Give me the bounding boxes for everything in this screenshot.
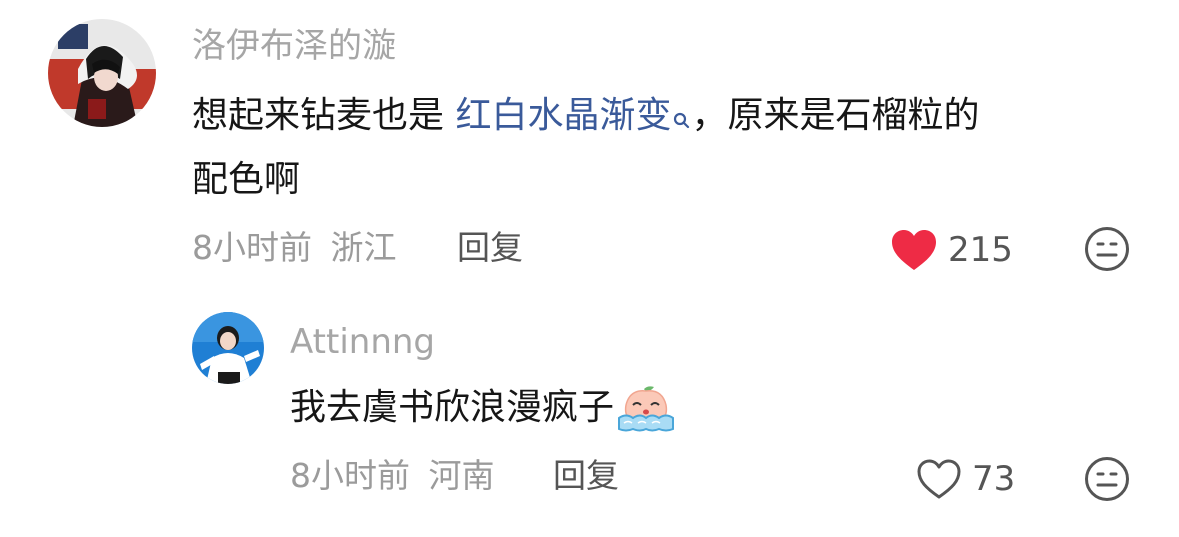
- heart-icon[interactable]: [916, 458, 962, 500]
- comment-text-part: 我去虞书欣浪漫疯子: [290, 387, 615, 428]
- username[interactable]: 洛伊布泽的漩: [192, 26, 396, 66]
- search-link[interactable]: 红白水晶渐变: [455, 95, 691, 136]
- search-link-text[interactable]: 红白水晶渐变: [455, 95, 671, 136]
- meh-face-icon[interactable]: [1084, 456, 1130, 502]
- username[interactable]: Attinnng: [290, 322, 435, 362]
- like-count: 215: [948, 230, 1013, 270]
- search-icon[interactable]: [673, 93, 691, 151]
- comment-text-line: 配色啊: [192, 159, 301, 200]
- comment-text: 想起来钻麦也是 红白水晶渐变 ，原来是石榴粒的 配色啊: [192, 87, 1152, 209]
- user-avatar[interactable]: [48, 19, 156, 127]
- comment-text: 我去虞书欣浪漫疯子: [290, 379, 676, 451]
- dislike-button[interactable]: [1084, 456, 1130, 502]
- comment-location: 浙江: [330, 228, 397, 267]
- reply-button[interactable]: 回复: [553, 456, 619, 496]
- reply-button[interactable]: 回复: [457, 228, 523, 268]
- comment-text-part: ，原来是石榴粒的: [691, 95, 980, 136]
- comment-item: 洛伊布泽的漩 想起来钻麦也是 红白水晶渐变 ，原来是石榴粒的 配色啊 8小时前 浙…: [0, 0, 1179, 290]
- comment-meta: 8小时前 河南: [290, 456, 495, 496]
- comment-meta: 8小时前 浙江: [192, 228, 397, 268]
- dislike-button[interactable]: [1084, 226, 1130, 272]
- like-button[interactable]: [916, 458, 962, 500]
- comment-location: 河南: [428, 456, 495, 495]
- heart-icon[interactable]: [890, 228, 938, 272]
- crying-peach-emoji: [616, 385, 676, 451]
- like-button[interactable]: [890, 228, 938, 272]
- reply-comment-item: Attinnng 我去虞书欣浪漫疯子 8小时前 河南 回复 73: [0, 300, 1179, 537]
- user-avatar[interactable]: [192, 312, 264, 384]
- comment-time: 8小时前: [192, 228, 312, 267]
- comment-text-part: 想起来钻麦也是: [192, 95, 456, 136]
- comment-time: 8小时前: [290, 456, 410, 495]
- like-count: 73: [972, 459, 1016, 499]
- meh-face-icon[interactable]: [1084, 226, 1130, 272]
